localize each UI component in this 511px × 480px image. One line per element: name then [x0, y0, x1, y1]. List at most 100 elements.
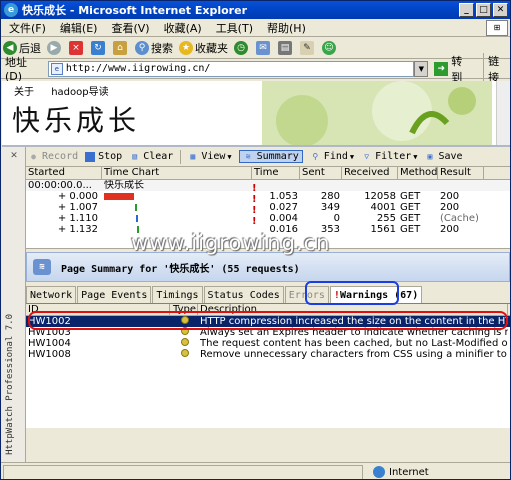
edit-icon: ✎ [300, 40, 314, 55]
httpwatch-main: ● Record Stop ▧ Clear ▦ View ▼ ≋ Summary… [26, 147, 510, 463]
tab-network[interactable]: Network [26, 286, 77, 303]
zone-label: Internet [389, 466, 429, 478]
clear-icon: ▧ [132, 152, 138, 161]
favorites-button[interactable]: ★ 收藏夹 [179, 40, 228, 56]
stop-recording-button[interactable]: Stop [85, 151, 122, 162]
forward-arrow-icon: ▶ [47, 40, 61, 55]
site-banner-image [262, 81, 492, 145]
search-label: 搜索 [151, 41, 173, 55]
find-label: Find [323, 151, 348, 162]
highlight-ring-blue [305, 281, 399, 305]
page-icon: e [50, 62, 63, 75]
cell-started: + 1.132 [57, 224, 98, 235]
col-time[interactable]: Time [252, 167, 300, 179]
minimize-button[interactable]: _ [459, 3, 474, 17]
col-started[interactable]: Started [26, 167, 102, 179]
menu-tools[interactable]: 工具(T) [216, 20, 253, 36]
forward-button[interactable]: ▶ [47, 40, 63, 55]
col-method[interactable]: Method [398, 167, 438, 179]
cell-chart [102, 213, 252, 224]
close-button[interactable]: ✕ [493, 3, 508, 17]
address-dropdown-button[interactable]: ▼ [414, 60, 429, 77]
favorites-label: 收藏夹 [195, 41, 228, 55]
go-button[interactable]: ➜ 转到 [434, 53, 473, 85]
cell-received: 12058 [364, 191, 396, 202]
panel-close-icon[interactable]: ✕ [9, 151, 19, 161]
tab-page-events[interactable]: Page Events [77, 286, 152, 303]
menu-favorites[interactable]: 收藏(A) [164, 20, 202, 36]
menu-edit[interactable]: 编辑(E) [60, 20, 98, 36]
back-arrow-icon: ◀ [3, 40, 17, 55]
menu-file[interactable]: 文件(F) [9, 20, 46, 36]
messenger-icon: ☺ [322, 40, 336, 55]
tab-status-codes[interactable]: Status Codes [203, 286, 284, 303]
col-received[interactable]: Received [342, 167, 398, 179]
col-time-chart[interactable]: Time Chart [102, 167, 252, 179]
record-button[interactable]: ● Record [28, 151, 78, 162]
summary-button[interactable]: ≋ Summary [238, 150, 303, 163]
grid-row[interactable]: + 1.110 0.004 0 255 GET (Cache) [26, 213, 510, 224]
grid-row[interactable]: + 0.000 1.053 280 12058 GET 200 [26, 191, 510, 202]
mail-button[interactable]: ✉ [256, 40, 272, 55]
cell-result: (Cache) [440, 213, 479, 224]
warnings-list: ID Type Description HW1002 HTTP compress… [26, 304, 510, 428]
search-button[interactable]: ⚲ 搜索 [135, 40, 173, 56]
maximize-button[interactable]: □ [476, 3, 491, 17]
web-content: 关于 hadoop导读 快乐成长 [2, 81, 510, 145]
time-bar [104, 193, 134, 200]
warning-row[interactable]: HW1004 The request content has been cach… [26, 338, 510, 349]
address-label: 地址(D) [5, 56, 27, 83]
summary-label: Summary [256, 151, 299, 162]
grid-row[interactable]: + 1.007 0.027 349 4001 GET 200 [26, 202, 510, 213]
cell-result: 200 [440, 202, 460, 213]
history-button[interactable]: ◷ [234, 40, 250, 55]
clear-button[interactable]: ▧ Clear [129, 151, 173, 162]
httpwatch-panel: ✕ HttpWatch Professional 7.0 ● Record St… [2, 145, 510, 463]
nav-link-hadoop[interactable]: hadoop导读 [51, 87, 108, 98]
httpwatch-version-label: HttpWatch Professional 7.0 [5, 314, 15, 455]
edit-button[interactable]: ✎ [300, 40, 316, 55]
warning-row[interactable]: HW1008 Remove unnecessary characters fro… [26, 349, 510, 360]
record-icon: ● [31, 152, 36, 161]
find-button[interactable]: ⚲ Find ▼ [310, 151, 354, 162]
window-title: 快乐成长 - Microsoft Internet Explorer [22, 4, 247, 17]
stop-icon: × [69, 40, 83, 55]
search-icon: ⚲ [135, 40, 149, 55]
grid-row-page[interactable]: 00:00:00.0... 快乐成长 [26, 180, 510, 191]
save-button[interactable]: ▣ Save [424, 151, 463, 162]
find-icon: ⚲ [312, 152, 319, 161]
refresh-button[interactable]: ↻ [91, 40, 107, 55]
go-arrow-icon: ➜ [434, 61, 449, 76]
grid-header: Started Time Chart Time Sent Received Me… [26, 167, 510, 180]
print-button[interactable]: ▤ [278, 40, 294, 55]
filter-button[interactable]: ▽ Filter ▼ [361, 151, 417, 162]
history-icon: ◷ [234, 40, 248, 55]
messenger-button[interactable]: ☺ [322, 40, 338, 55]
stop-label: Stop [98, 151, 123, 162]
view-icon: ▦ [190, 152, 196, 161]
record-label: Record [42, 151, 79, 162]
col-sent[interactable]: Sent [300, 167, 342, 179]
web-scrollbar[interactable] [496, 81, 510, 145]
home-button[interactable]: ⌂ [113, 40, 129, 55]
view-label: View [201, 151, 226, 162]
col-result[interactable]: Result [438, 167, 484, 179]
warning-marker-icon: ! [252, 183, 257, 194]
filter-icon: ▽ [364, 152, 370, 161]
tab-timings[interactable]: Timings [152, 286, 203, 303]
menu-view[interactable]: 查看(V) [111, 20, 149, 36]
view-button[interactable]: ▦ View ▼ [187, 151, 231, 162]
menu-help[interactable]: 帮助(H) [267, 20, 306, 36]
time-bar [135, 204, 137, 211]
stop-button[interactable]: × [69, 40, 85, 55]
links-button[interactable]: 链接 [483, 52, 510, 85]
time-bar [136, 215, 138, 222]
summary-icon: ≋ [245, 152, 251, 161]
nav-link-about[interactable]: 关于 [14, 87, 34, 98]
find-dropdown-icon: ▼ [349, 152, 355, 161]
warning-marker-icon: ! [252, 205, 257, 216]
view-dropdown-icon: ▼ [227, 152, 232, 161]
cell-received: 255 [376, 213, 396, 224]
address-input[interactable]: e http://www.iigrowing.cn/ [47, 60, 415, 77]
star-icon: ★ [179, 40, 193, 55]
